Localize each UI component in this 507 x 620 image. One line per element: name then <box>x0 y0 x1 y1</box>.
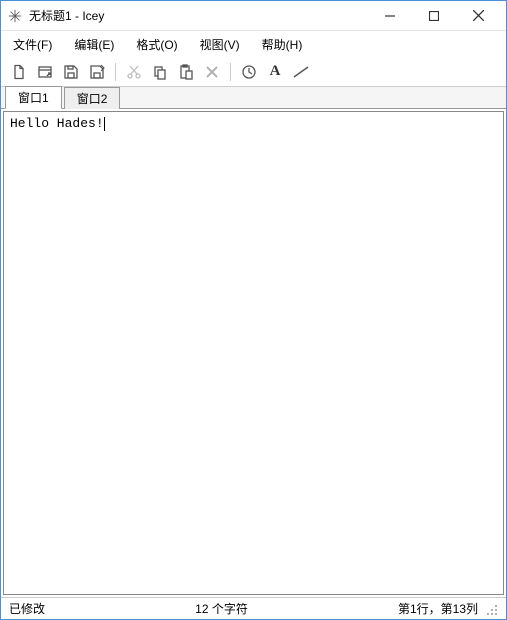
cut-button[interactable] <box>122 60 146 84</box>
copy-icon <box>152 64 168 80</box>
new-window-icon <box>37 64 53 80</box>
text-editor[interactable]: Hello Hades! <box>3 111 504 595</box>
close-button[interactable] <box>456 2 500 30</box>
text-caret <box>104 117 105 131</box>
tabstrip: 窗口1 窗口2 <box>1 87 506 109</box>
titlebar: 无标题1 - Icey <box>1 1 506 31</box>
maximize-button[interactable] <box>412 2 456 30</box>
edit-line-button[interactable] <box>289 60 313 84</box>
menu-help[interactable]: 帮助(H) <box>258 34 307 55</box>
save-icon <box>63 64 79 80</box>
status-modified: 已修改 <box>9 600 45 617</box>
save-as-button[interactable] <box>85 60 109 84</box>
snowflake-icon <box>7 8 23 24</box>
tab-window-2[interactable]: 窗口2 <box>64 87 121 109</box>
new-file-icon <box>11 64 27 80</box>
cut-icon <box>126 64 142 80</box>
new-file-button[interactable] <box>7 60 31 84</box>
menu-format[interactable]: 格式(O) <box>132 34 181 55</box>
minimize-button[interactable] <box>368 2 412 30</box>
app-window: 无标题1 - Icey 文件(F) 编辑(E) 格式(O) 视图(V) 帮助(H… <box>0 0 507 620</box>
history-icon <box>241 64 257 80</box>
paste-icon <box>178 64 194 80</box>
new-window-button[interactable] <box>33 60 57 84</box>
editor-content: Hello Hades! <box>10 116 104 131</box>
statusbar: 已修改 12 个字符 第1行，第13列 <box>1 597 506 619</box>
tab-window-1[interactable]: 窗口1 <box>5 86 62 109</box>
menubar: 文件(F) 编辑(E) 格式(O) 视图(V) 帮助(H) <box>1 31 506 57</box>
delete-button[interactable] <box>200 60 224 84</box>
menu-file[interactable]: 文件(F) <box>9 34 56 55</box>
save-button[interactable] <box>59 60 83 84</box>
paste-button[interactable] <box>174 60 198 84</box>
font-icon: A <box>270 63 281 80</box>
copy-button[interactable] <box>148 60 172 84</box>
menu-view[interactable]: 视图(V) <box>196 34 244 55</box>
history-button[interactable] <box>237 60 261 84</box>
menu-edit[interactable]: 编辑(E) <box>70 34 118 55</box>
save-as-icon <box>89 64 105 80</box>
toolbar-separator <box>230 63 231 81</box>
font-button[interactable]: A <box>263 60 287 84</box>
edit-line-icon <box>292 64 310 80</box>
resize-grip-icon[interactable] <box>484 602 498 616</box>
editor-area: Hello Hades! <box>1 109 506 597</box>
delete-icon <box>205 65 219 79</box>
toolbar-separator <box>115 63 116 81</box>
status-position: 第1行，第13列 <box>398 600 478 617</box>
window-title: 无标题1 - Icey <box>29 7 104 24</box>
status-char-count: 12 个字符 <box>45 600 398 617</box>
toolbar: A <box>1 57 506 87</box>
